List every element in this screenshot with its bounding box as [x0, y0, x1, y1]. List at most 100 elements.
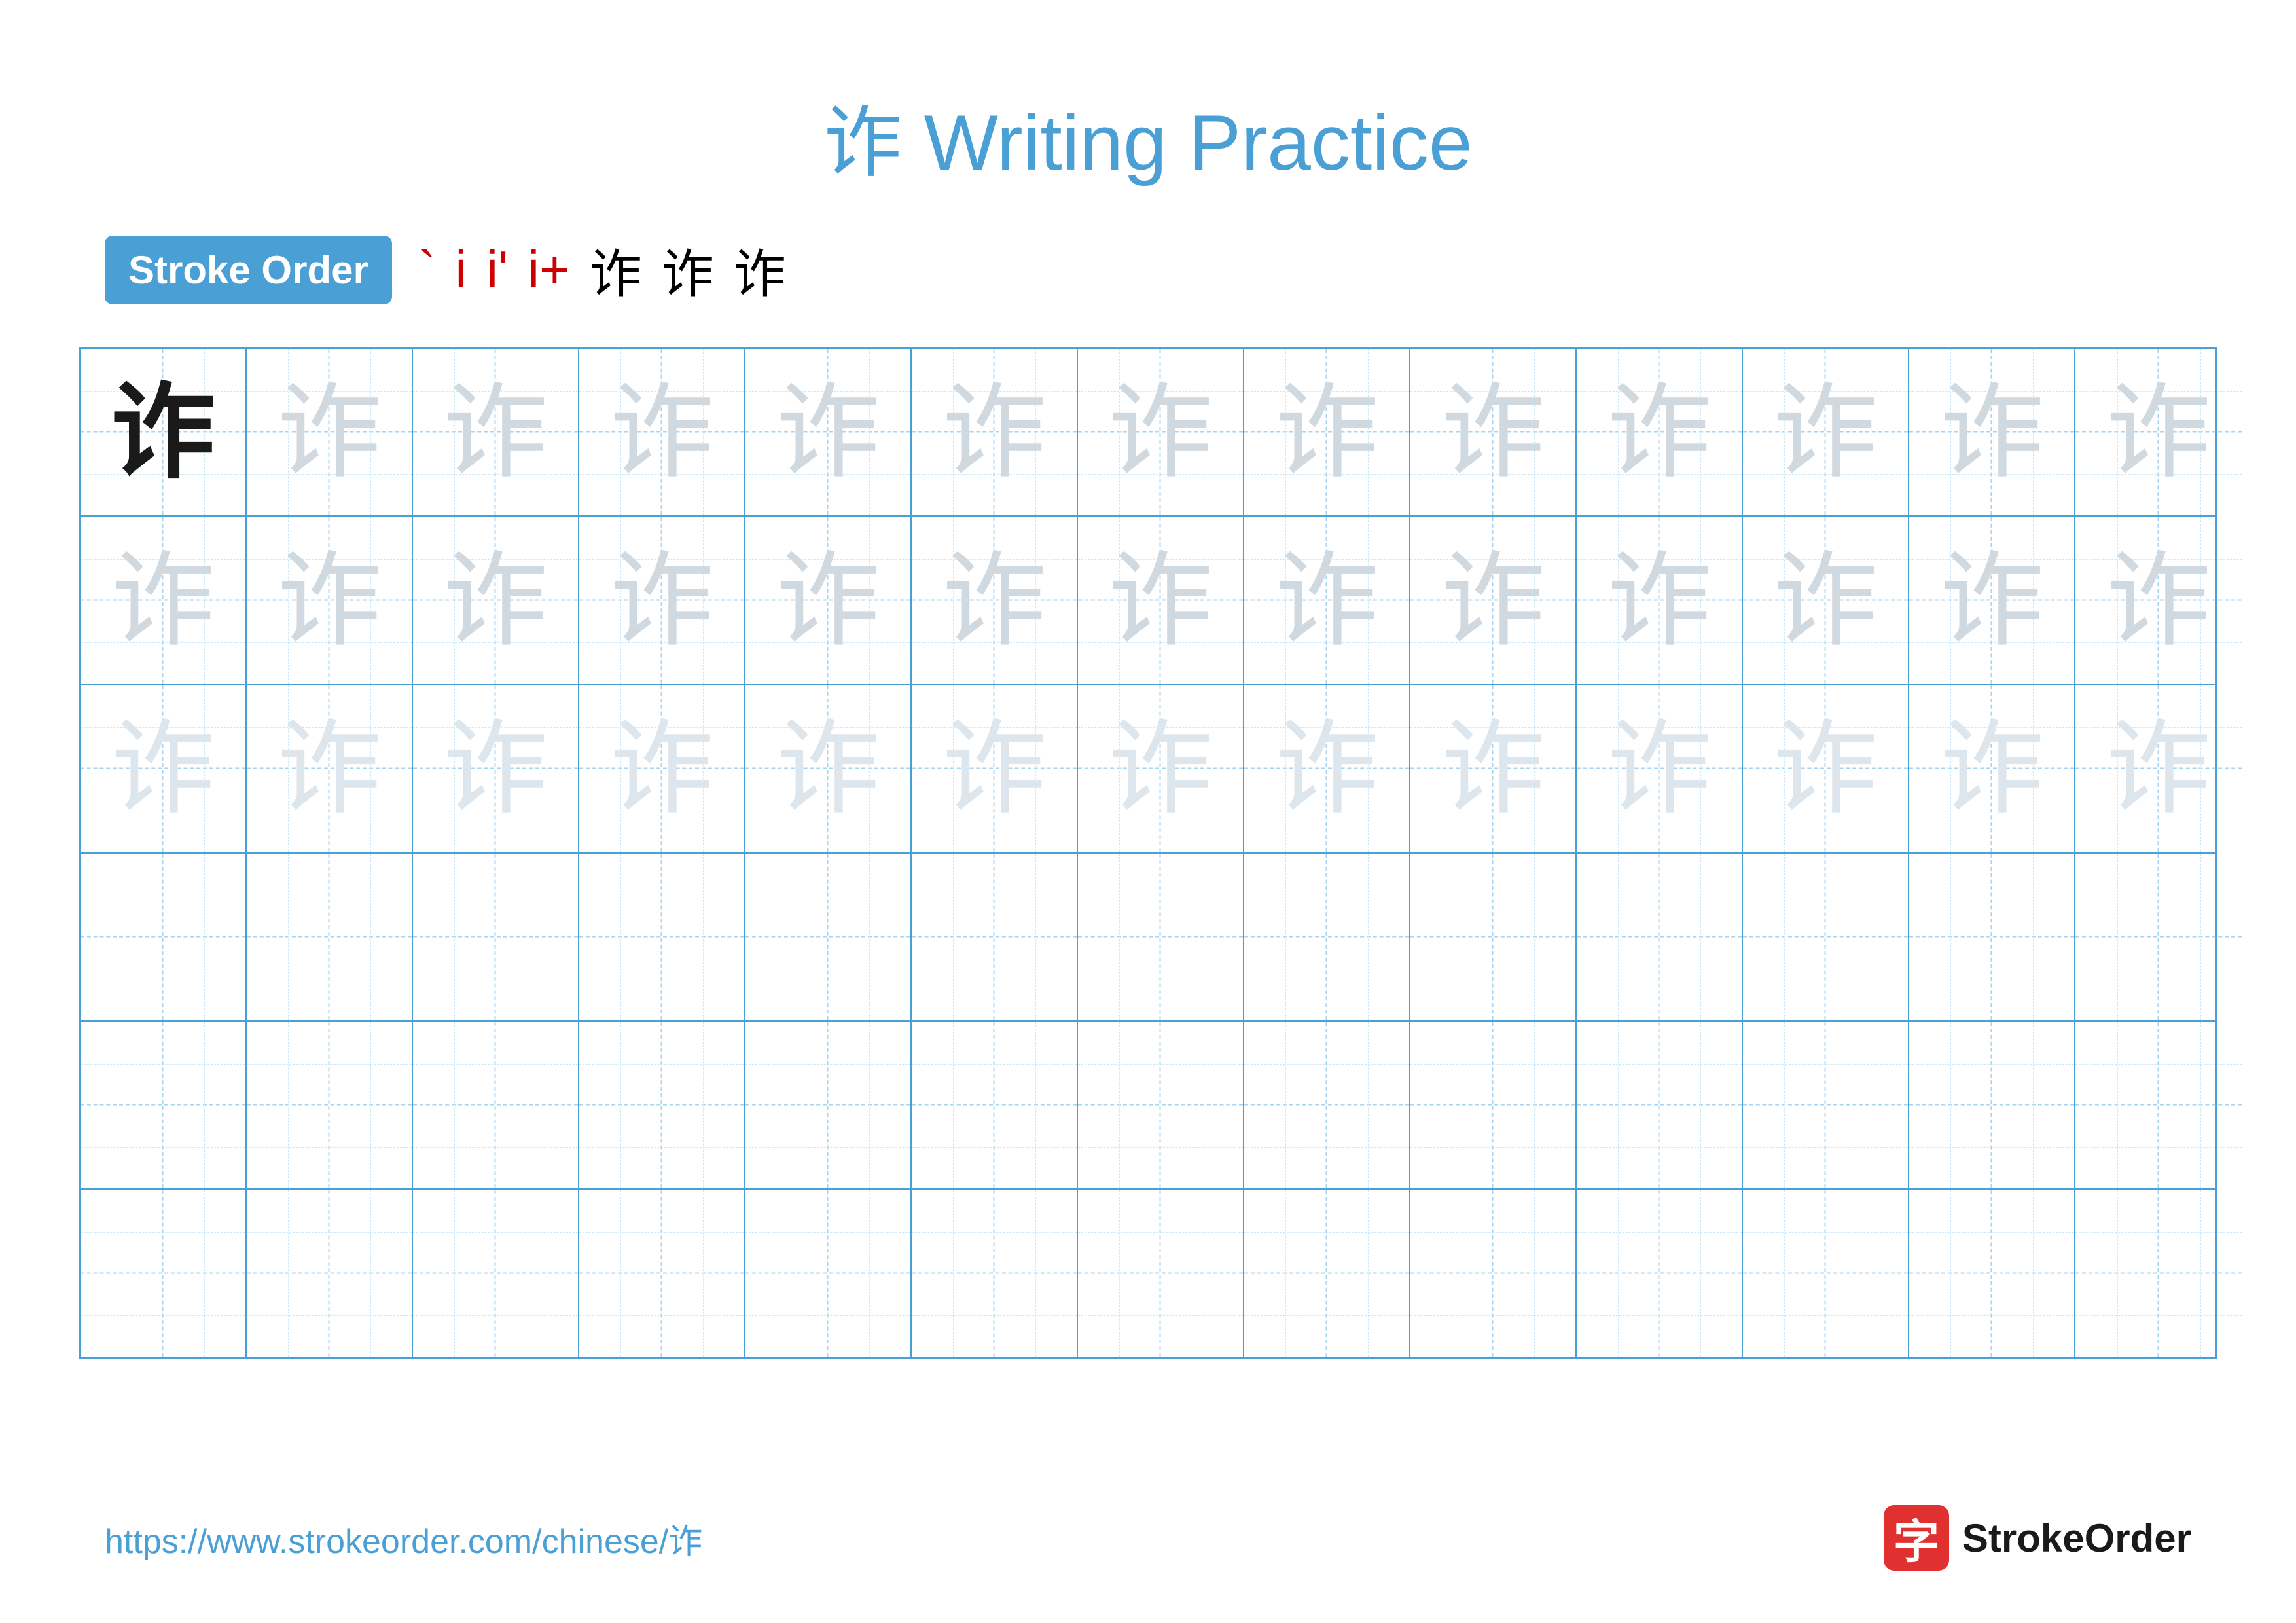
grid-cell: [912, 854, 1078, 1020]
grid-cell: 诈: [1577, 685, 1743, 852]
grid-cell: 诈: [579, 517, 745, 684]
grid-cell: 诈: [2075, 685, 2242, 852]
grid-cell: [1577, 1190, 1743, 1357]
grid-cell: 诈: [1244, 517, 1410, 684]
grid-cell: 诈: [912, 517, 1078, 684]
logo-text: StrokeOrder: [1962, 1516, 2191, 1561]
grid-cell: [2075, 1190, 2242, 1357]
grid-cell: [579, 854, 745, 1020]
stroke-order-badge: Stroke Order: [105, 236, 392, 304]
grid-row-5: [81, 1022, 2215, 1190]
stroke-4: i+: [528, 240, 570, 300]
grid-cell: [1743, 1022, 1909, 1188]
grid-cell: 诈: [1577, 349, 1743, 515]
grid-cell: 诈: [1078, 517, 1244, 684]
grid-cell: [1078, 1190, 1244, 1357]
grid-cell: [2075, 1022, 2242, 1188]
grid-cell: 诈: [2075, 349, 2242, 515]
grid-cell: [912, 1190, 1078, 1357]
grid-cell: [1743, 854, 1909, 1020]
grid-cell: 诈: [1078, 685, 1244, 852]
grid-cell: 诈: [579, 349, 745, 515]
grid-cell: 诈: [1410, 517, 1577, 684]
grid-cell: 诈: [745, 685, 912, 852]
stroke-5: 诈: [590, 232, 642, 308]
grid-cell: [413, 854, 579, 1020]
grid-cell: [1909, 1190, 2075, 1357]
grid-cell: [912, 1022, 1078, 1188]
grid-cell: 诈: [912, 685, 1078, 852]
stroke-sequence: ` i i' i+ 诈 诈 诈: [418, 232, 786, 308]
grid-cell: [745, 854, 912, 1020]
grid-cell: [413, 1022, 579, 1188]
footer: https://www.strokeorder.com/chinese/诈 字 …: [105, 1505, 2191, 1571]
grid-row-3: 诈 诈 诈 诈 诈 诈 诈 诈: [81, 685, 2215, 854]
grid-row-1: 诈 诈 诈 诈 诈 诈 诈 诈: [81, 349, 2215, 517]
grid-cell: 诈: [1410, 349, 1577, 515]
grid-cell: [1410, 1022, 1577, 1188]
stroke-6: 诈: [662, 232, 714, 308]
grid-cell: 诈: [1244, 349, 1410, 515]
grid-row-2: 诈 诈 诈 诈 诈 诈 诈 诈: [81, 517, 2215, 685]
grid-cell: [81, 1022, 247, 1188]
grid-cell: 诈: [81, 517, 247, 684]
grid-cell: [1909, 854, 2075, 1020]
grid-cell: [247, 1190, 413, 1357]
grid-cell: 诈: [1909, 685, 2075, 852]
grid-cell: 诈: [1743, 517, 1909, 684]
grid-cell: [1909, 1022, 2075, 1188]
grid-cell: [1577, 1022, 1743, 1188]
footer-url[interactable]: https://www.strokeorder.com/chinese/诈: [105, 1514, 702, 1563]
grid-cell: [1244, 854, 1410, 1020]
grid-cell: 诈: [247, 349, 413, 515]
practice-grid: 诈 诈 诈 诈 诈 诈 诈 诈: [79, 347, 2217, 1359]
grid-cell: 诈: [413, 685, 579, 852]
grid-cell: [1743, 1190, 1909, 1357]
grid-cell: [1244, 1022, 1410, 1188]
grid-cell: [579, 1022, 745, 1188]
grid-cell: 诈: [81, 349, 247, 515]
grid-cell: [247, 854, 413, 1020]
stroke-3: i': [486, 240, 508, 300]
grid-cell: 诈: [81, 685, 247, 852]
grid-cell: [81, 1190, 247, 1357]
grid-cell: [81, 854, 247, 1020]
grid-cell: [1410, 1190, 1577, 1357]
grid-cell: 诈: [1909, 349, 2075, 515]
grid-cell: [745, 1022, 912, 1188]
stroke-order-section: Stroke Order ` i i' i+ 诈 诈 诈: [0, 232, 2296, 308]
grid-cell: [247, 1022, 413, 1188]
grid-cell: 诈: [745, 517, 912, 684]
grid-cell: 诈: [1078, 349, 1244, 515]
page-title: 诈 Writing Practice: [0, 0, 2296, 192]
grid-row-6: [81, 1190, 2215, 1357]
stroke-7: 诈: [734, 232, 786, 308]
grid-cell: 诈: [1909, 517, 2075, 684]
grid-cell: [1078, 1022, 1244, 1188]
stroke-1: `: [418, 240, 436, 300]
grid-cell: 诈: [745, 349, 912, 515]
grid-cell: [745, 1190, 912, 1357]
logo-icon: 字: [1884, 1505, 1949, 1571]
grid-cell: 诈: [413, 517, 579, 684]
grid-cell: [1244, 1190, 1410, 1357]
grid-cell: 诈: [247, 685, 413, 852]
stroke-2: i: [455, 240, 467, 300]
grid-cell: 诈: [1410, 685, 1577, 852]
grid-cell: 诈: [2075, 517, 2242, 684]
grid-cell: [1410, 854, 1577, 1020]
grid-cell: [1078, 854, 1244, 1020]
grid-cell: 诈: [413, 349, 579, 515]
grid-cell: 诈: [579, 685, 745, 852]
grid-cell: 诈: [247, 517, 413, 684]
grid-cell: 诈: [912, 349, 1078, 515]
grid-cell: [413, 1190, 579, 1357]
grid-cell: [2075, 854, 2242, 1020]
grid-cell: [579, 1190, 745, 1357]
grid-cell: 诈: [1244, 685, 1410, 852]
grid-cell: [1577, 854, 1743, 1020]
footer-logo: 字 StrokeOrder: [1884, 1505, 2191, 1571]
grid-cell: 诈: [1743, 349, 1909, 515]
grid-cell: 诈: [1577, 517, 1743, 684]
grid-row-4: [81, 854, 2215, 1022]
